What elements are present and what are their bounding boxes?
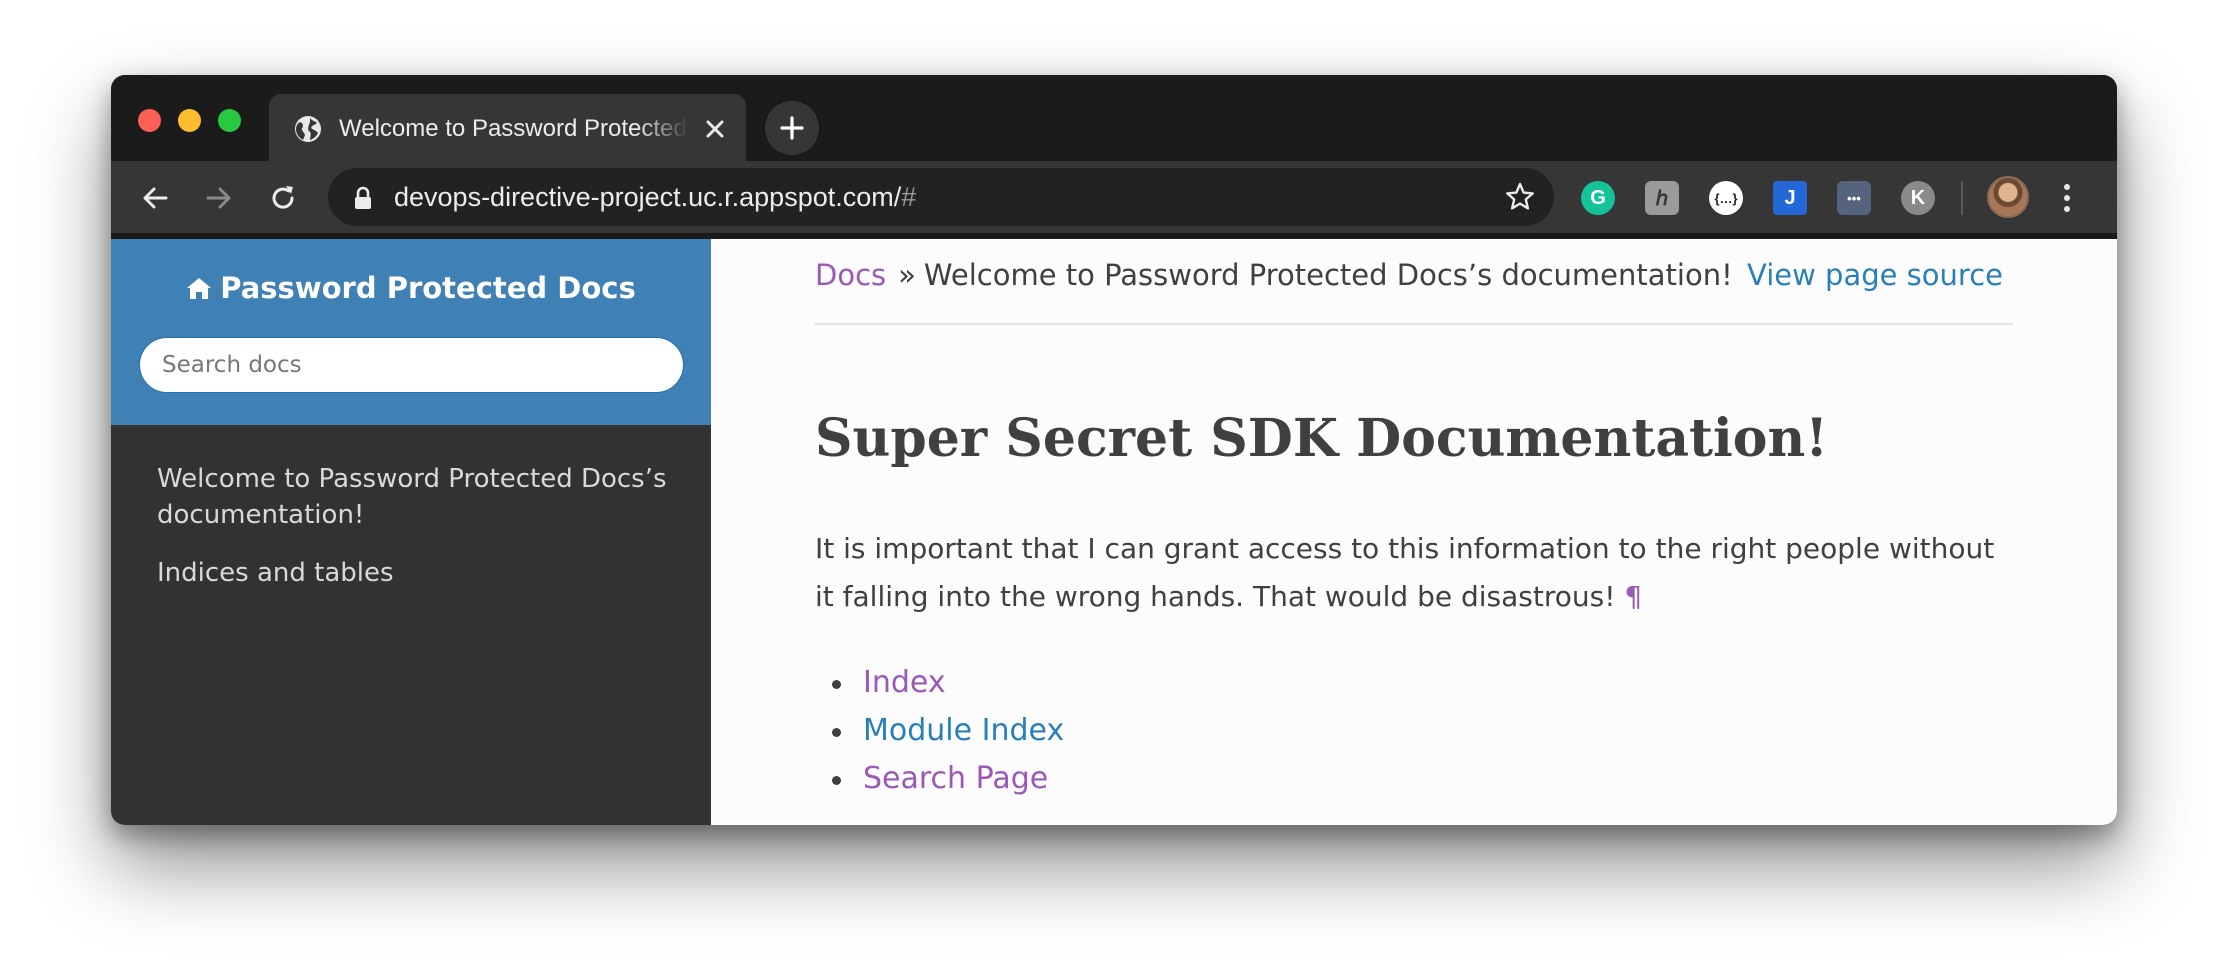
tab-strip: Welcome to Password Protected Docs’s doc… — [111, 75, 2117, 161]
brand-link[interactable]: Password Protected Docs — [111, 271, 711, 305]
sidebar: Password Protected Docs Welcome to Passw… — [111, 239, 711, 825]
browser-window: Welcome to Password Protected Docs’s doc… — [111, 75, 2117, 825]
sidebar-item-indices[interactable]: Indices and tables — [157, 555, 677, 591]
json-viewer-extension-icon[interactable]: {…} — [1709, 181, 1743, 215]
sidebar-item-welcome[interactable]: Welcome to Password Protected Docs’s doc… — [157, 461, 677, 533]
reload-icon — [272, 186, 294, 209]
maximize-window-button[interactable] — [218, 109, 241, 132]
close-tab-icon[interactable] — [701, 115, 729, 143]
breadcrumb: Docs » Welcome to Password Protected Docs’… — [815, 255, 2013, 295]
sidebar-nav: Welcome to Password Protected Docs’s doc… — [157, 461, 677, 613]
browser-toolbar: devops-directive-project.uc.r.appspot.co… — [111, 161, 2117, 239]
index-link[interactable]: Index — [863, 665, 946, 700]
url-host: devops-directive-project.uc.r.appspot.co… — [394, 182, 902, 212]
url-hash: # — [901, 182, 917, 212]
permalink-anchor[interactable]: ¶ — [1624, 580, 1642, 613]
browser-menu-icon[interactable] — [2059, 181, 2075, 215]
more-dots-extension-icon[interactable]: ••• — [1837, 181, 1871, 215]
search-page-link[interactable]: Search Page — [863, 761, 1048, 796]
home-icon — [187, 278, 212, 299]
grammarly-extension-icon[interactable]: G — [1581, 181, 1615, 215]
bookmark-star-icon[interactable] — [1504, 181, 1536, 213]
k-extension-icon[interactable]: K — [1901, 181, 1935, 215]
close-window-button[interactable] — [138, 109, 161, 132]
tab-title: Welcome to Password Protected Docs’s doc… — [339, 115, 689, 142]
list-item: Module Index — [815, 707, 1064, 755]
arrow-left-icon — [143, 187, 168, 209]
plus-icon — [780, 116, 804, 140]
breadcrumb-current: Welcome to Password Protected Docs’s doc… — [923, 258, 1733, 292]
h-extension-icon[interactable]: ℎ — [1645, 181, 1679, 215]
minimize-window-button[interactable] — [178, 109, 201, 132]
page-content: Password Protected Docs Welcome to Passw… — [111, 239, 2117, 825]
profile-avatar[interactable] — [1987, 176, 2029, 218]
new-tab-button[interactable] — [765, 101, 819, 155]
page-title: Super Secret SDK Documentation! — [815, 408, 1829, 469]
globe-icon — [295, 116, 321, 142]
view-page-source-link[interactable]: View page source — [1747, 255, 2003, 295]
list-item: Index — [815, 659, 1064, 707]
forward-button[interactable] — [203, 182, 235, 214]
toolbar-divider — [1961, 181, 1963, 215]
module-index-link[interactable]: Module Index — [863, 713, 1064, 748]
divider — [815, 323, 2013, 325]
list-item: Search Page — [815, 755, 1064, 803]
url-text[interactable]: devops-directive-project.uc.r.appspot.co… — [394, 180, 916, 214]
index-links: Index Module Index Search Page — [815, 659, 1064, 803]
reload-button[interactable] — [267, 182, 299, 214]
address-bar[interactable]: devops-directive-project.uc.r.appspot.co… — [328, 168, 1554, 226]
search-input[interactable] — [139, 337, 684, 393]
jira-extension-icon[interactable]: J — [1773, 181, 1807, 215]
brand-title: Password Protected Docs — [220, 271, 636, 305]
active-tab[interactable]: Welcome to Password Protected Docs’s doc… — [269, 94, 746, 161]
sidebar-header: Password Protected Docs — [111, 239, 711, 425]
intro-paragraph: It is important that I can grant access … — [815, 525, 2013, 621]
breadcrumb-docs-link[interactable]: Docs — [815, 258, 886, 292]
intro-text: It is important that I can grant access … — [815, 532, 1995, 613]
lock-icon[interactable] — [352, 186, 374, 210]
breadcrumb-separator: » — [898, 258, 916, 292]
back-button[interactable] — [139, 182, 171, 214]
arrow-right-icon — [206, 187, 231, 209]
